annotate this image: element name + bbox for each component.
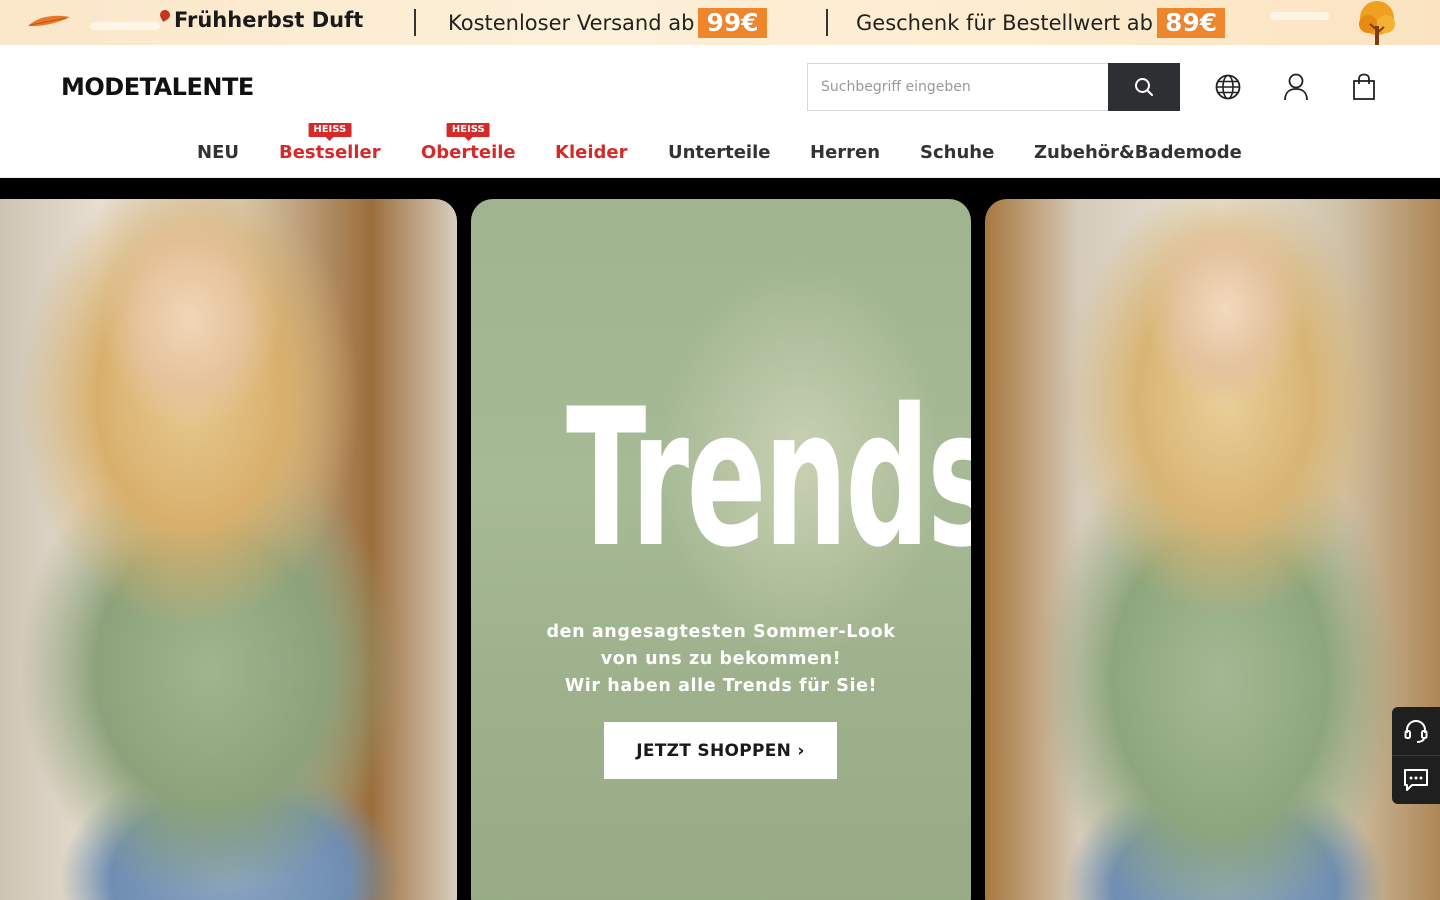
hero-tagline-line: von uns zu bekommen! [600,649,842,669]
nav-item-label: Schuhe [920,142,995,163]
language-button[interactable] [1214,73,1242,101]
hot-badge: HEISS [308,123,352,141]
hero-image-right[interactable] [985,199,1440,900]
cloud-decoration [90,22,160,30]
nav-item-label: Oberteile [421,142,516,163]
search-icon [1135,78,1153,96]
nav-item-kleider[interactable]: Kleider [555,142,627,163]
side-toolbar [1392,707,1440,804]
shop-now-button[interactable]: JETZT SHOPPEN › [604,722,837,779]
nav-item-label: Kleider [555,142,628,163]
hero-image-center[interactable]: Trends den angesagtesten Sommer-Look von… [471,199,971,900]
cloud-decoration [1270,12,1330,20]
customer-service-button[interactable] [1392,707,1440,755]
hot-badge: HEISS [446,123,490,141]
leaf-icon [158,8,172,22]
search-bar [807,63,1180,111]
autumn-tree-icon [1359,1,1395,45]
globe-icon [1215,74,1241,100]
leaf-icon [28,15,70,27]
main-nav: NEU HEISS Bestseller HEISS Oberteile Kle… [0,123,1440,168]
headset-icon [1404,719,1428,743]
logo[interactable]: MODETALENTE [61,73,254,101]
promo-shipping-text: Kostenloser Versand ab [448,11,695,35]
account-button[interactable] [1282,73,1310,101]
promo-headline: Frühherbst Duft [158,8,364,32]
site-header: MODETALENTE NEU H [0,45,1440,178]
nav-item-unterteile[interactable]: Unterteile [668,142,770,163]
nav-item-label: Bestseller [279,142,381,163]
user-icon [1284,73,1308,101]
promo-banner[interactable]: Frühherbst Duft Kostenloser Versand ab 9… [0,0,1440,45]
hero-tagline-line: den angesagtesten Sommer-Look [546,622,896,642]
divider [826,9,828,36]
nav-item-label: NEU [197,142,239,163]
nav-item-label: Unterteile [668,142,771,163]
search-input[interactable] [807,63,1108,111]
hero-tagline: den angesagtesten Sommer-Look von uns zu… [471,619,971,700]
promo-headline-text: Frühherbst Duft [174,8,364,32]
hero-tagline-line: Wir haben alle Trends für Sie! [564,676,878,696]
chat-icon [1404,768,1428,791]
search-button[interactable] [1108,63,1180,111]
nav-item-label: Zubehör&Bademode [1034,142,1242,163]
hero-image-left[interactable] [0,199,457,900]
nav-item-oberteile[interactable]: HEISS Oberteile [421,123,516,163]
hero-banner: Trends den angesagtesten Sommer-Look von… [0,178,1440,900]
hero-title: Trends [566,368,971,589]
nav-item-zubehoer-bademode[interactable]: Zubehör&Bademode [1034,142,1242,163]
promo-gift-price: 89€ [1157,8,1226,38]
chat-button[interactable] [1392,755,1440,803]
nav-item-neu[interactable]: NEU [197,142,239,163]
nav-item-label: Herren [810,142,881,163]
promo-gift: Geschenk für Bestellwert ab 89€ [856,8,1226,38]
promo-gift-text: Geschenk für Bestellwert ab [856,11,1153,35]
divider [414,9,416,36]
nav-item-schuhe[interactable]: Schuhe [920,142,994,163]
shopping-bag-icon [1353,73,1375,100]
promo-shipping-price: 99€ [698,8,767,38]
promo-shipping: Kostenloser Versand ab 99€ [448,8,767,38]
cart-button[interactable] [1350,73,1378,101]
nav-item-bestseller[interactable]: HEISS Bestseller [279,123,381,163]
nav-item-herren[interactable]: Herren [810,142,880,163]
